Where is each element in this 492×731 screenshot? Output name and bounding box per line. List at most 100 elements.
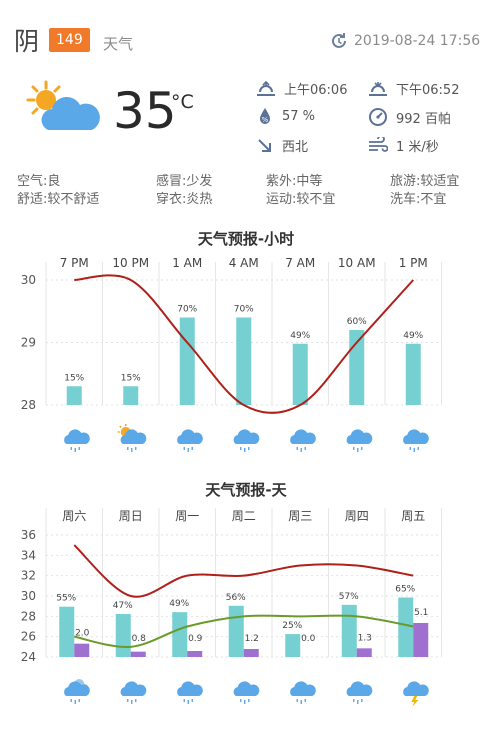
rain-label: 70% <box>234 305 254 315</box>
daily-chart: 36 34 32 30 28 26 24 周六 周日 周一 周二 周三 周四 周五 55% 47% 49% 56%… <box>21 508 442 707</box>
high-temperature-line <box>73 544 414 598</box>
rain-bar <box>123 386 139 405</box>
daily-title: 天气预报-天 <box>205 481 287 499</box>
x-category-label: 周五 <box>401 509 425 523</box>
arrow-down-right-icon <box>258 138 271 152</box>
bolt-part <box>411 696 419 707</box>
x-category-label: 10 PM <box>112 256 149 270</box>
rain-label: 49% <box>403 331 423 341</box>
cloud-part <box>64 681 90 696</box>
cloud-part <box>403 681 429 696</box>
y-tick-label: 24 <box>21 650 36 664</box>
wind-direction-item: 西北 <box>256 136 308 155</box>
x-category-label: 7 PM <box>60 256 89 270</box>
rain-bar <box>59 606 75 657</box>
rain-label: 15% <box>64 373 84 383</box>
rain-cloud-icon <box>233 429 260 452</box>
y-tick-label: 28 <box>21 609 36 623</box>
x-category-label: 10 AM <box>338 256 376 270</box>
rain-bar <box>398 597 414 657</box>
index-label: 旅游: <box>390 174 421 189</box>
index-value: 炎热 <box>186 192 213 207</box>
index-label: 空气: <box>17 174 48 189</box>
index-label: 感冒: <box>156 174 187 189</box>
refresh-icon[interactable] <box>329 31 349 51</box>
hourly-chart: 30 29 28 7 PM 10 PM 1 AM 4 AM 7 AM 10 AM 1 PM 15% 1… <box>21 256 442 452</box>
cloud-part <box>290 681 316 696</box>
sunset-item: 下午06:52 <box>368 79 459 98</box>
cloud-part <box>177 429 203 444</box>
sunrise-time: 上午06:06 <box>284 83 348 98</box>
x-category-label: 1 AM <box>172 256 202 270</box>
rain-bar <box>285 634 301 657</box>
rain-label: 49% <box>169 599 189 609</box>
index-item: 旅游:较适宜 <box>390 170 459 189</box>
rain-drops <box>70 447 80 452</box>
rain-bar <box>66 386 82 405</box>
sunrise-item: 上午06:06 <box>256 79 347 98</box>
x-category-label: 周四 <box>345 509 369 523</box>
x-category-label: 周三 <box>288 509 312 523</box>
rain-label: 56% <box>226 593 246 603</box>
sun-cloud-rain-icon <box>117 424 147 452</box>
rain-label: 65% <box>395 585 415 595</box>
rain-bar <box>236 317 252 405</box>
rain-label: 49% <box>290 331 310 341</box>
humidity-item: % 57 % <box>256 107 315 125</box>
cloud-part <box>403 429 429 444</box>
cloud-part <box>290 429 316 444</box>
rain-label: 70% <box>177 305 197 315</box>
aqi-badge[interactable]: 149 <box>49 28 90 52</box>
rain-bar <box>405 343 421 405</box>
updated-time: 2019-08-24 17:56 <box>354 33 481 49</box>
rain-drops <box>70 699 80 704</box>
cloud-part <box>64 429 90 444</box>
rain-cloud-icon <box>290 429 316 452</box>
rain-cloud-icon <box>177 429 203 452</box>
rain-label: 57% <box>339 592 359 602</box>
index-value: 不宜 <box>420 192 447 207</box>
rain-cloud-icon <box>290 681 316 704</box>
wind-icon <box>369 136 388 152</box>
rain-bar <box>115 613 131 657</box>
rain-label: 25% <box>282 621 302 631</box>
app-title: 天气 <box>103 35 134 53</box>
sunset-time: 下午06:52 <box>396 83 460 98</box>
precip-label: 0.8 <box>132 634 147 644</box>
index-value: 良 <box>47 174 61 189</box>
index-label: 运动: <box>266 192 297 207</box>
precip-label: 0.0 <box>301 634 316 644</box>
y-tick-label: 36 <box>21 528 36 542</box>
rain-drops <box>240 699 250 704</box>
wind-speed: 1 米/秒 <box>396 140 439 155</box>
y-tick-label: 32 <box>21 569 36 583</box>
rain-cloud-icon <box>64 429 90 452</box>
precip-bar <box>130 651 146 657</box>
rain-bar <box>228 605 244 657</box>
index-value: 较不宜 <box>296 192 336 207</box>
rain-drops <box>183 447 193 452</box>
sunrise-icon <box>257 80 275 96</box>
index-value: 较不舒适 <box>47 192 100 207</box>
y-tick-label: 29 <box>21 336 36 350</box>
y-tick-label: 34 <box>21 548 36 562</box>
ray <box>119 425 122 429</box>
rain-drops <box>127 699 137 704</box>
index-item: 穿衣:炎热 <box>156 188 212 207</box>
x-category-label: 1 PM <box>399 256 428 270</box>
index-item: 空气:良 <box>17 170 60 189</box>
index-value: 中等 <box>296 174 323 189</box>
rain-drops <box>296 447 306 452</box>
cloud-part <box>177 681 203 696</box>
pressure-item: 992 百帕 <box>368 107 451 127</box>
y-tick-label: 28 <box>21 398 36 412</box>
index-label: 紫外: <box>266 174 297 189</box>
index-value: 少发 <box>186 174 213 189</box>
y-tick-label: 30 <box>21 589 36 603</box>
cloud-part <box>346 681 373 696</box>
precip-label: 5.1 <box>414 608 428 618</box>
y-tick-label: 26 <box>21 630 36 644</box>
rain-cloud-icon <box>233 681 260 704</box>
index-value: 较适宜 <box>420 174 460 189</box>
current-condition: 阴 <box>14 27 40 56</box>
